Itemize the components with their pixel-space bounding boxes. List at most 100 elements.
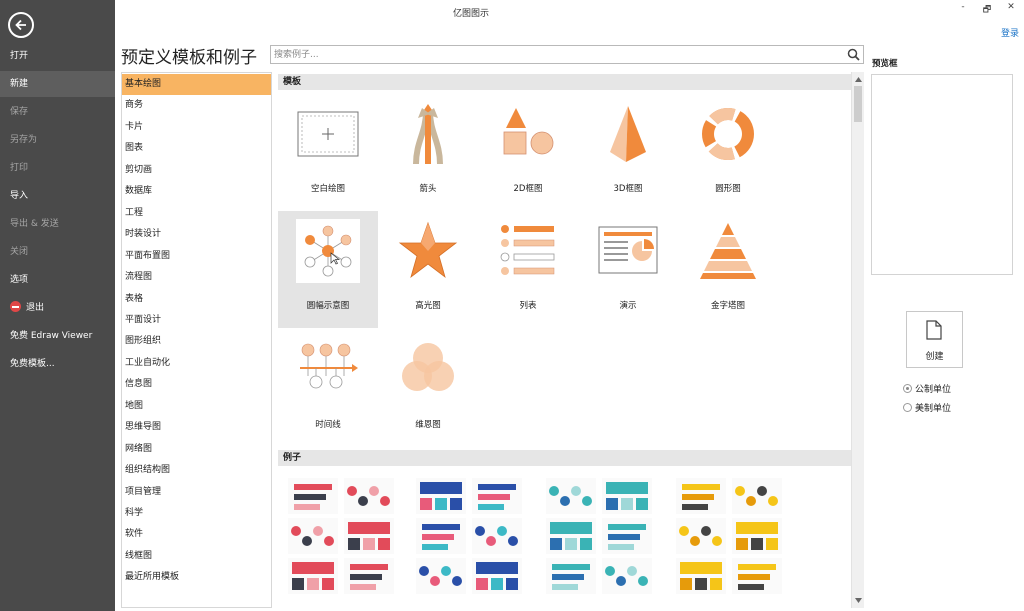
category-item[interactable]: 平面布置图 bbox=[122, 246, 271, 267]
category-item[interactable]: 网络图 bbox=[122, 439, 271, 460]
menu-new[interactable]: 新建 bbox=[0, 71, 115, 97]
template-venn[interactable]: 维恩图 bbox=[378, 330, 478, 447]
gallery-scrollbar[interactable] bbox=[851, 72, 864, 608]
template-pyramid[interactable]: 金字塔图 bbox=[678, 211, 778, 328]
example-thumbnail[interactable] bbox=[546, 518, 596, 554]
scrollbar-thumb[interactable] bbox=[854, 86, 862, 122]
category-item[interactable]: 平面设计 bbox=[122, 310, 271, 331]
menu-free-templates[interactable]: 免费模板... bbox=[0, 351, 115, 377]
example-thumbnail[interactable] bbox=[472, 558, 522, 594]
menu-options[interactable]: 选项 bbox=[0, 267, 115, 293]
example-thumbnail[interactable] bbox=[472, 518, 522, 554]
template-2d-block[interactable]: 2D框图 bbox=[478, 94, 578, 211]
menu-save[interactable]: 保存 bbox=[0, 99, 115, 125]
category-item[interactable]: 商务 bbox=[122, 95, 271, 116]
template-radial-diagram[interactable]: 圆幅示意图 bbox=[278, 211, 378, 328]
example-thumbnail[interactable] bbox=[732, 478, 782, 514]
category-item[interactable]: 基本绘图 bbox=[122, 74, 271, 95]
template-timeline[interactable]: 时间线 bbox=[278, 330, 378, 447]
template-highlight[interactable]: 高光图 bbox=[378, 211, 478, 328]
category-item[interactable]: 表格 bbox=[122, 289, 271, 310]
us-units-radio[interactable]: 美制单位 bbox=[903, 401, 951, 415]
category-item[interactable]: 图表 bbox=[122, 138, 271, 159]
menu-export-send[interactable]: 导出 & 发送 bbox=[0, 211, 115, 237]
template-list[interactable]: 列表 bbox=[478, 211, 578, 328]
category-item[interactable]: 剪切画 bbox=[122, 160, 271, 181]
scroll-up-arrow-icon[interactable] bbox=[852, 73, 864, 85]
example-thumbnail[interactable] bbox=[344, 518, 394, 554]
example-thumbnail[interactable] bbox=[676, 518, 726, 554]
category-item[interactable]: 地图 bbox=[122, 396, 271, 417]
preview-label: 预览框 bbox=[872, 59, 898, 69]
menu-save-as[interactable]: 另存为 bbox=[0, 127, 115, 153]
example-thumbnail[interactable] bbox=[288, 478, 338, 514]
menu-edraw-viewer[interactable]: 免费 Edraw Viewer bbox=[0, 323, 115, 349]
category-item[interactable]: 工业自动化 bbox=[122, 353, 271, 374]
example-thumbnail[interactable] bbox=[546, 478, 596, 514]
category-item[interactable]: 最近所用模板 bbox=[122, 567, 271, 588]
menu-close[interactable]: 关闭 bbox=[0, 239, 115, 265]
example-thumbnail[interactable] bbox=[472, 478, 522, 514]
menu-print[interactable]: 打印 bbox=[0, 155, 115, 181]
category-item[interactable]: 信息图 bbox=[122, 374, 271, 395]
list-icon bbox=[500, 225, 555, 275]
example-thumbnail[interactable] bbox=[546, 558, 596, 594]
category-item[interactable]: 软件 bbox=[122, 524, 271, 545]
category-item[interactable]: 项目管理 bbox=[122, 482, 271, 503]
examples-section-header: 例子 bbox=[278, 450, 851, 466]
template-presentation[interactable]: 演示 bbox=[578, 211, 678, 328]
template-3d-block[interactable]: 3D框图 bbox=[578, 94, 678, 211]
example-thumbnail-art bbox=[350, 564, 388, 590]
category-item[interactable]: 思维导图 bbox=[122, 417, 271, 438]
example-thumbnail[interactable] bbox=[288, 558, 338, 594]
metric-units-label: 公制单位 bbox=[915, 385, 952, 395]
category-item[interactable]: 时装设计 bbox=[122, 224, 271, 245]
example-thumbnail[interactable] bbox=[344, 558, 394, 594]
2d-block-icon bbox=[503, 108, 554, 155]
example-thumbnail[interactable] bbox=[288, 518, 338, 554]
restore-button[interactable]: 🗗 bbox=[978, 2, 996, 18]
example-thumbnail[interactable] bbox=[732, 518, 782, 554]
metric-units-radio[interactable]: 公制单位 bbox=[903, 382, 951, 396]
back-button[interactable] bbox=[8, 12, 34, 38]
menu-exit[interactable]: 退出 bbox=[0, 295, 115, 321]
back-arrow-icon bbox=[15, 19, 26, 31]
search-input[interactable] bbox=[271, 46, 841, 63]
close-button[interactable]: ✕ bbox=[1002, 2, 1020, 18]
category-item[interactable]: 图形组织 bbox=[122, 331, 271, 352]
category-item[interactable]: 工程 bbox=[122, 203, 271, 224]
menu-save-label: 保存 bbox=[10, 107, 29, 117]
category-item[interactable]: 卡片 bbox=[122, 117, 271, 138]
radial-diagram-icon bbox=[296, 219, 360, 283]
example-thumbnail[interactable] bbox=[416, 518, 466, 554]
example-thumbnail-art bbox=[292, 562, 334, 590]
category-item[interactable]: 科学 bbox=[122, 503, 271, 524]
example-thumbnail-art bbox=[347, 486, 390, 506]
scroll-down-arrow-icon[interactable] bbox=[852, 594, 864, 606]
minimize-button[interactable]: - bbox=[954, 2, 972, 18]
search-icon[interactable] bbox=[847, 48, 860, 61]
example-thumbnail[interactable] bbox=[732, 558, 782, 594]
example-thumbnail[interactable] bbox=[676, 478, 726, 514]
example-thumbnail[interactable] bbox=[676, 558, 726, 594]
menu-import[interactable]: 导入 bbox=[0, 183, 115, 209]
create-button[interactable]: 创建 bbox=[906, 311, 963, 368]
category-item[interactable]: 组织结构图 bbox=[122, 460, 271, 481]
example-thumbnail[interactable] bbox=[344, 478, 394, 514]
menu-free-templates-label: 免费模板... bbox=[10, 359, 55, 369]
template-blank-drawing[interactable]: 空白绘图 bbox=[278, 94, 378, 211]
example-thumbnail[interactable] bbox=[602, 558, 652, 594]
login-link[interactable]: 登录 bbox=[1001, 26, 1019, 39]
example-thumbnail-art bbox=[291, 526, 334, 546]
example-thumbnail[interactable] bbox=[602, 518, 652, 554]
template-circular[interactable]: 圆形图 bbox=[678, 94, 778, 211]
template-arrows[interactable]: 箭头 bbox=[378, 94, 478, 211]
menu-open[interactable]: 打开 bbox=[0, 43, 115, 69]
example-thumbnail[interactable] bbox=[416, 478, 466, 514]
category-item[interactable]: 数据库 bbox=[122, 181, 271, 202]
example-thumbnail-art bbox=[682, 484, 720, 510]
example-thumbnail[interactable] bbox=[416, 558, 466, 594]
category-item[interactable]: 流程图 bbox=[122, 267, 271, 288]
example-thumbnail[interactable] bbox=[602, 478, 652, 514]
category-item[interactable]: 线框图 bbox=[122, 546, 271, 567]
